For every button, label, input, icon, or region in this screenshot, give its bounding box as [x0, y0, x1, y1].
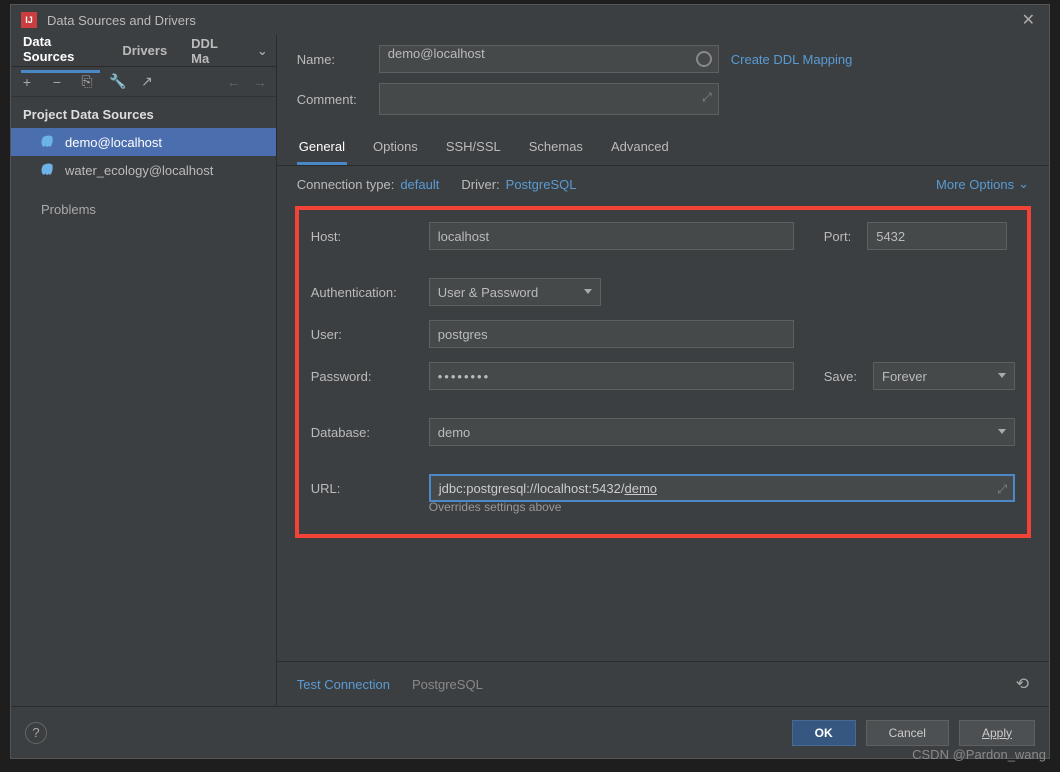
save-label: Save: [824, 369, 857, 384]
password-input[interactable]: •••••••• [429, 362, 794, 390]
database-input[interactable]: demo [429, 418, 1015, 446]
user-input[interactable]: postgres [429, 320, 794, 348]
tab-general[interactable]: General [297, 131, 347, 165]
ok-button[interactable]: OK [792, 720, 856, 746]
data-source-item[interactable]: demo@localhost [11, 128, 276, 156]
user-label: User: [311, 327, 419, 342]
data-source-label: demo@localhost [65, 135, 162, 150]
driver-link[interactable]: PostgreSQL [506, 177, 577, 192]
apply-button[interactable]: Apply [959, 720, 1035, 746]
titlebar: IJ Data Sources and Drivers ✕ [11, 5, 1049, 35]
comment-input[interactable]: ⤢ [379, 83, 719, 115]
url-input[interactable]: jdbc:postgresql://localhost:5432/demo ⤢ [429, 474, 1015, 502]
tab-options[interactable]: Options [371, 131, 420, 165]
test-connection-link[interactable]: Test Connection [297, 677, 390, 692]
dialog: IJ Data Sources and Drivers ✕ Data Sourc… [10, 4, 1050, 759]
test-bar: Test Connection PostgreSQL ⟲ [277, 661, 1049, 706]
tab-schemas[interactable]: Schemas [527, 131, 585, 165]
app-icon: IJ [21, 12, 37, 28]
chevron-down-icon [584, 289, 592, 294]
data-source-item[interactable]: water_ecology@localhost [11, 156, 276, 184]
expand-icon[interactable]: ⤢ [702, 90, 712, 105]
conn-type-link[interactable]: default [400, 177, 439, 192]
cancel-button[interactable]: Cancel [866, 720, 949, 746]
wrench-icon[interactable]: 🔧 [109, 73, 125, 90]
name-input[interactable]: demo@localhost [379, 45, 719, 73]
problems-section[interactable]: Problems [11, 184, 276, 235]
tab-ssh-ssl[interactable]: SSH/SSL [444, 131, 503, 165]
driver-label: Driver: [461, 177, 499, 192]
color-ring-icon[interactable] [696, 51, 712, 67]
url-hint: Overrides settings above [429, 500, 1015, 514]
connection-info: Connection type: default Driver: Postgre… [277, 166, 1049, 202]
remove-icon[interactable]: − [49, 74, 65, 90]
save-select[interactable]: Forever [873, 362, 1015, 390]
name-label: Name: [297, 52, 367, 67]
port-label: Port: [824, 229, 851, 244]
tab-drivers[interactable]: Drivers [120, 37, 169, 64]
chevron-down-icon [998, 373, 1006, 378]
close-icon[interactable]: ✕ [1018, 10, 1039, 30]
left-panel: Data Sources Drivers DDL Ma ⌄ + − ⎘ 🔧 ↗ … [11, 35, 277, 706]
expand-icon[interactable]: ⤢ [997, 482, 1007, 497]
postgres-icon [41, 163, 55, 177]
help-button[interactable]: ? [25, 722, 47, 744]
authentication-select[interactable]: User & Password [429, 278, 601, 306]
data-source-label: water_ecology@localhost [65, 163, 213, 178]
left-toolbar: + − ⎘ 🔧 ↗ ← → [11, 67, 276, 97]
more-options-link[interactable]: More Options ⌄ [936, 176, 1029, 192]
revert-icon[interactable]: ⟲ [1016, 674, 1029, 694]
export-icon[interactable]: ↗ [139, 73, 155, 90]
tab-ddl-mappings[interactable]: DDL Ma [189, 30, 237, 72]
right-tabs: General Options SSH/SSL Schemas Advanced [277, 131, 1049, 166]
url-label: URL: [311, 481, 419, 496]
data-source-list: demo@localhost water_ecology@localhost P… [11, 128, 276, 706]
connection-form: Host: localhost Port: 5432 Authenticatio… [295, 206, 1031, 538]
database-label: Database: [311, 425, 419, 440]
host-input[interactable]: localhost [429, 222, 794, 250]
add-icon[interactable]: + [19, 74, 35, 90]
section-header: Project Data Sources [11, 97, 276, 128]
auth-label: Authentication: [311, 285, 419, 300]
copy-icon[interactable]: ⎘ [79, 73, 95, 90]
driver-name: PostgreSQL [412, 677, 483, 692]
create-ddl-link[interactable]: Create DDL Mapping [731, 52, 853, 67]
dialog-footer: ? OK Cancel Apply [11, 706, 1049, 758]
comment-label: Comment: [297, 92, 367, 107]
chevron-down-icon[interactable]: ⌄ [257, 43, 268, 59]
chevron-down-icon [998, 429, 1006, 434]
forward-icon[interactable]: → [252, 74, 268, 90]
host-label: Host: [311, 229, 419, 244]
back-icon[interactable]: ← [226, 74, 242, 90]
window-title: Data Sources and Drivers [47, 13, 196, 28]
chevron-down-icon: ⌄ [1018, 176, 1029, 192]
conn-type-label: Connection type: [297, 177, 395, 192]
tab-advanced[interactable]: Advanced [609, 131, 671, 165]
port-input[interactable]: 5432 [867, 222, 1007, 250]
left-tabs: Data Sources Drivers DDL Ma ⌄ [11, 35, 276, 67]
postgres-icon [41, 135, 55, 149]
right-panel: Name: demo@localhost Create DDL Mapping … [277, 35, 1049, 706]
password-label: Password: [311, 369, 419, 384]
